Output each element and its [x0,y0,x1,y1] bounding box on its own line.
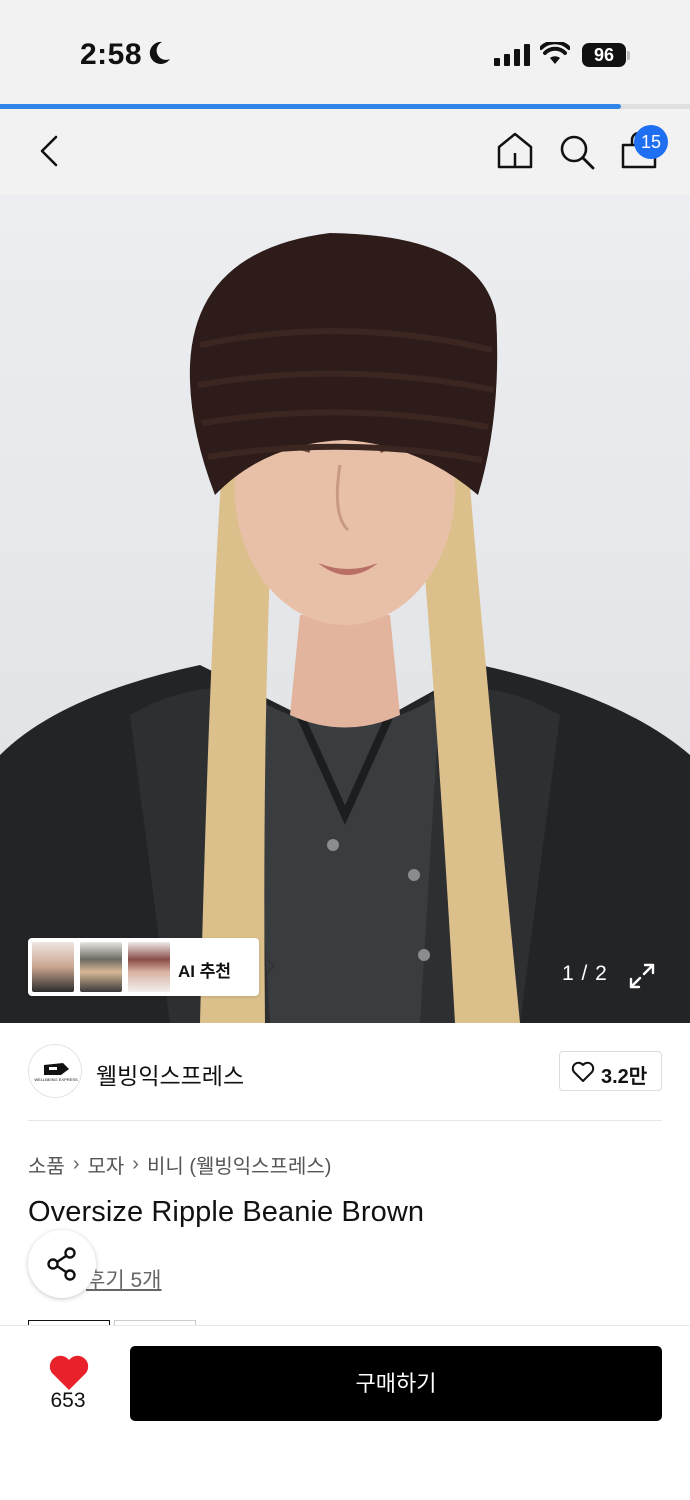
image-page-indicator: 1 / 2 [562,962,608,985]
back-arrow-icon[interactable] [30,129,70,173]
buy-button[interactable]: 구매하기 [130,1346,662,1421]
expand-icon[interactable] [628,962,656,990]
ai-recommend-label: AI 추천 [178,962,232,981]
brand-like-count: 3.2만 [601,1066,648,1088]
home-icon[interactable] [494,129,536,173]
breadcrumb: 소품 › 모자 › 비니 (웰빙익스프레스) [28,1150,331,1179]
chevron-right-icon [267,959,276,973]
heart-outline-icon [571,1061,595,1082]
battery-indicator: 96 [582,43,626,67]
breadcrumb-item-hats[interactable]: 모자 [87,1150,124,1179]
search-icon[interactable] [556,129,598,173]
brand-name[interactable]: 웰빙익스프레스 [96,1057,244,1091]
wifi-icon [540,42,570,64]
ai-thumbnail-3 [128,942,170,992]
chevron-right-icon: › [72,1153,80,1175]
ai-recommend-chip[interactable]: AI 추천 [28,938,276,996]
brand-logo[interactable]: WELLBEING EXPRESS [28,1044,82,1098]
cart-count-badge: 15 [634,125,668,159]
ai-thumbnail-2 [80,942,122,992]
breadcrumb-item-accessories[interactable]: 소품 [28,1150,65,1179]
brand-like-button[interactable]: 3.2만 [559,1051,662,1091]
chevron-right-icon: › [132,1153,139,1175]
heart-count: 653 [50,1389,86,1412]
ai-thumbnail-1 [32,942,74,992]
breadcrumb-item-beanie[interactable]: 비니 (웰빙익스프레스) [147,1150,331,1179]
battery-tip [627,51,630,60]
top-nav-bar [0,109,690,195]
model-photo [0,233,690,1023]
status-time: 2:58 [80,38,143,71]
product-image[interactable] [0,195,690,1023]
share-icon [47,1247,76,1281]
status-bar: 2:58 96 [0,0,690,106]
moon-icon [149,41,170,64]
cellular-signal-icon [494,44,530,66]
review-count-link[interactable]: 후기 5개 [86,1264,161,1294]
divider [28,1120,662,1121]
brand-logo-mark [44,1063,69,1075]
share-button[interactable] [28,1230,96,1298]
product-title: Oversize Ripple Beanie Brown [28,1196,425,1228]
brand-logo-text: WELLBEING EXPRESS [34,1077,78,1082]
